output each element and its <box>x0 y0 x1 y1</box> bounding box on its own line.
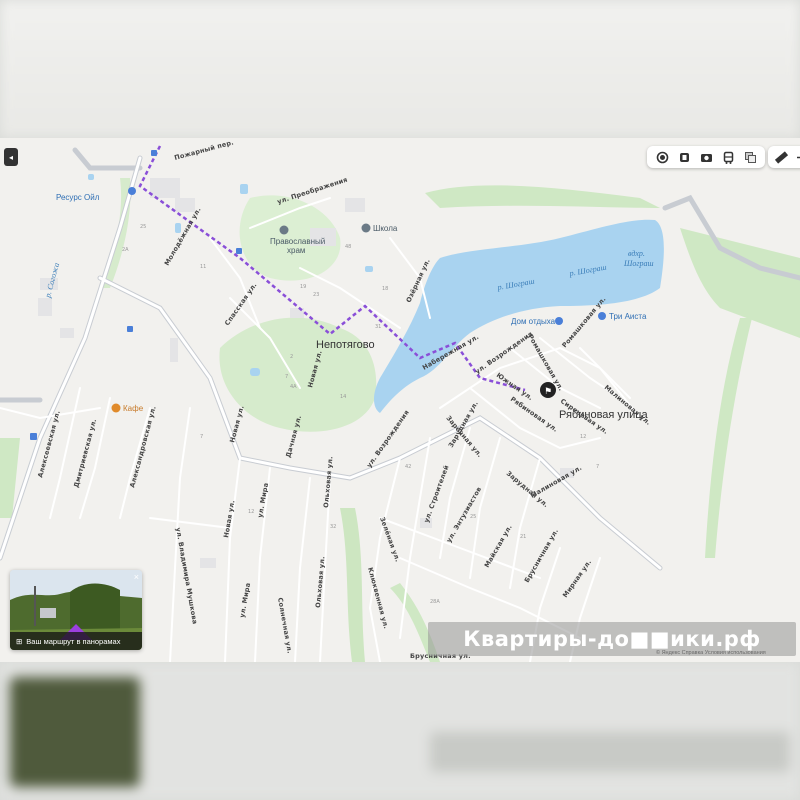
house-number: 7 <box>596 464 599 470</box>
panorama-icon: ⊞ <box>16 636 23 646</box>
collapse-panel-button[interactable]: ◂ <box>4 148 18 166</box>
bus-stop-icon <box>236 248 242 254</box>
house-number: 11 <box>200 264 206 270</box>
house-number: ⚑ <box>544 387 552 397</box>
house-number: 14 <box>340 394 346 400</box>
bus-stop-icon <box>30 433 37 440</box>
three-storks-icon <box>598 312 606 320</box>
church-label-2: храм <box>287 246 305 255</box>
house-number: 25 <box>140 224 146 230</box>
bus-stop-icon <box>151 150 157 156</box>
route-panorama-card[interactable]: × ⊞ Ваш маршрут в панорамах <box>10 570 142 650</box>
reservoir-label-1: вдхр. <box>628 249 645 258</box>
map-copyright[interactable]: © Яндекс Справка Условия использования <box>656 650 766 656</box>
house-number: 23 <box>313 292 319 298</box>
cafe-label: Кафе <box>123 404 144 413</box>
house-number: 31 <box>375 324 381 330</box>
transit-icon[interactable] <box>721 150 735 164</box>
fuel-poi-icon <box>128 187 136 195</box>
close-icon[interactable]: × <box>134 572 139 582</box>
church-icon <box>279 225 289 235</box>
reservoir-label-2: Шограш <box>623 259 654 268</box>
panorama-caption: ⊞ Ваш маршрут в панорамах <box>10 632 142 650</box>
panorama-caption-text: Ваш маршрут в панорамах <box>26 636 121 646</box>
house-number: 19 <box>300 284 306 290</box>
panorama-layers-icon[interactable] <box>743 150 757 164</box>
house-number: 28A <box>430 599 440 605</box>
map-view[interactable]: ⚑ Непотягово Рябиновая улица Ресурс Ойл … <box>0 138 800 662</box>
ruler-icon[interactable] <box>774 150 788 164</box>
rest-house-icon <box>555 317 563 325</box>
map-tools-toolbar <box>768 146 800 168</box>
blurred-background-top <box>0 0 800 138</box>
bus-stop-icon <box>127 326 133 332</box>
house-number: 25 <box>470 514 476 520</box>
house-number: 18 <box>382 286 388 292</box>
school-icon <box>361 223 371 233</box>
settlement-label: Непотягово <box>316 339 375 351</box>
house-number: 42 <box>405 464 411 470</box>
layers-icon[interactable] <box>655 150 669 164</box>
more-tools-icon[interactable] <box>794 150 800 164</box>
resource-oil-label: Ресурс Ойл <box>56 193 100 202</box>
church-label: Православный <box>270 237 325 246</box>
school-label: Школа <box>373 224 398 233</box>
house-number: 2A <box>122 247 129 253</box>
house-number: 7 <box>285 374 288 380</box>
house-number: 2 <box>290 354 293 360</box>
house-number: 4A <box>290 384 297 390</box>
house-number: 7 <box>200 434 203 440</box>
camera-icon[interactable] <box>699 150 713 164</box>
house-number: 48 <box>345 244 351 250</box>
three-storks-label: Три Аиста <box>609 312 647 321</box>
rest-house-label: Дом отдыха <box>511 317 556 326</box>
house-number: 12 <box>248 509 254 515</box>
house-number: 12 <box>580 434 586 440</box>
cafe-icon <box>111 403 121 413</box>
house-number: 32 <box>330 524 336 530</box>
blurred-background-bottom <box>0 662 800 800</box>
traffic-icon[interactable] <box>677 150 691 164</box>
map-layers-toolbar <box>647 146 765 168</box>
house-number: 21 <box>520 534 526 540</box>
